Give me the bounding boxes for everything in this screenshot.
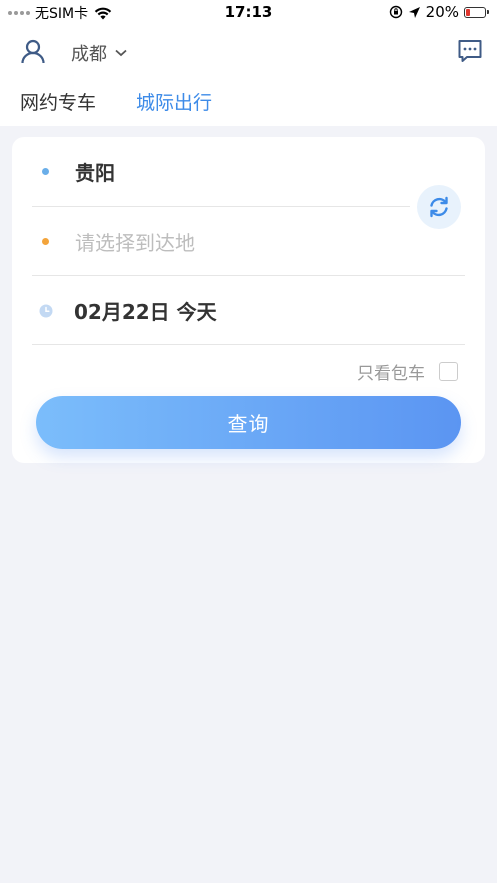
to-city-placeholder: 请选择到达地 [75, 231, 195, 255]
orientation-lock-icon [389, 5, 402, 19]
to-dot-icon [42, 238, 49, 245]
charter-only-checkbox[interactable] [439, 362, 458, 381]
page: 无SIM卡 17:13 20% 成都 网约专车 城际出行 贵阳 请选择到达地 0… [0, 0, 497, 883]
battery-icon [464, 6, 489, 18]
location-arrow-icon [408, 6, 420, 18]
to-row[interactable]: 请选择到达地 [32, 207, 465, 276]
date-row[interactable]: 02月22日 今天 [32, 276, 465, 345]
clock-icon [39, 304, 53, 317]
from-row[interactable]: 贵阳 [32, 137, 465, 206]
tab-intercity[interactable]: 城际出行 [136, 88, 212, 115]
charter-only-filter[interactable]: 只看包车 [357, 359, 458, 384]
charter-only-label: 只看包车 [357, 364, 425, 384]
status-right: 20% [389, 3, 489, 21]
city-selector[interactable]: 成都 [71, 40, 127, 66]
divider [32, 344, 465, 345]
user-icon[interactable] [20, 38, 46, 64]
tab-car-hailing[interactable]: 网约专车 [20, 88, 96, 115]
from-dot-icon [42, 168, 49, 175]
from-city: 贵阳 [75, 161, 115, 185]
city-label: 成都 [71, 44, 107, 65]
query-button[interactable]: 查询 [36, 396, 461, 449]
date-label: 02月22日 今天 [74, 300, 217, 324]
message-icon[interactable] [457, 38, 483, 64]
header: 成都 网约专车 城际出行 [0, 26, 497, 126]
search-card: 贵阳 请选择到达地 02月22日 今天 只看包车 查询 [12, 137, 485, 463]
tab-bar: 网约专车 城际出行 [20, 88, 212, 115]
battery-percent: 20% [425, 3, 459, 21]
status-bar: 无SIM卡 17:13 20% [0, 0, 497, 26]
chevron-down-icon [115, 49, 127, 57]
